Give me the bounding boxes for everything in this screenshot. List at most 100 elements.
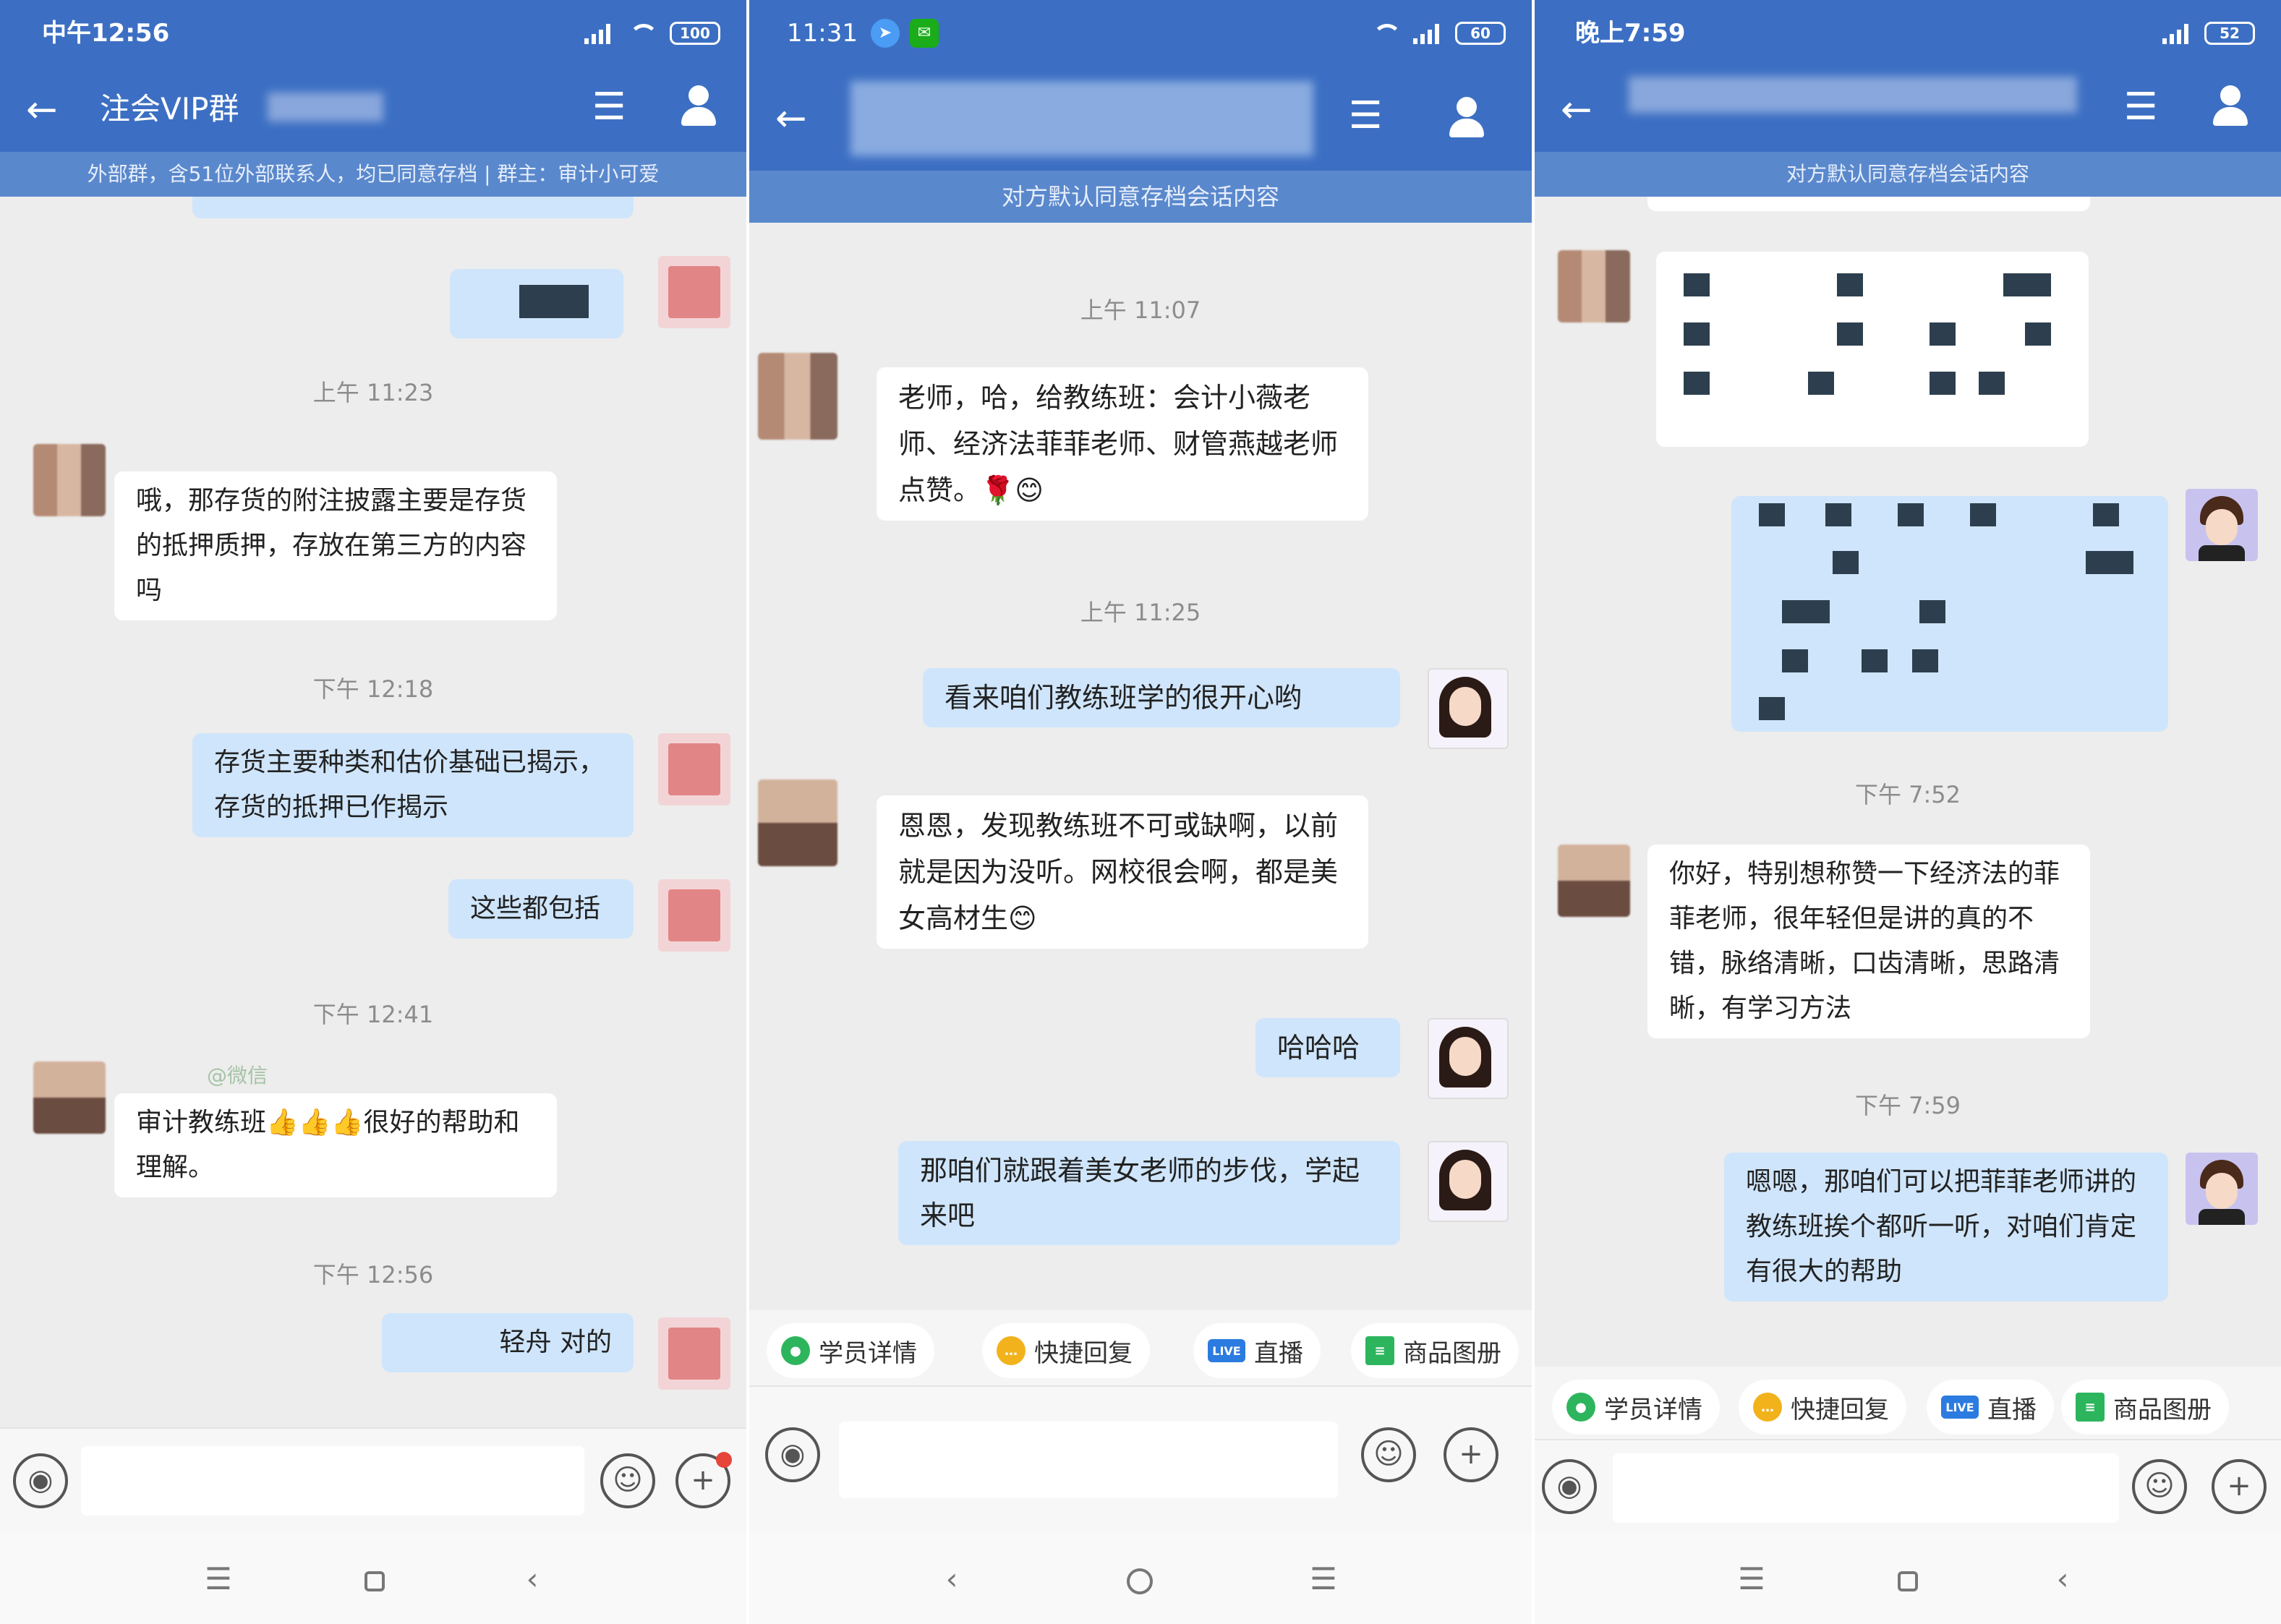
voice-icon[interactable]: ◉ [13,1453,68,1508]
timestamp: 下午 12:56 [0,1257,746,1290]
system-nav-bar: ☰ ‹ [1535,1533,2281,1624]
emoji-icon[interactable]: ☺ [1361,1427,1416,1482]
message-input[interactable] [1613,1453,2119,1523]
chat-panel-private-2: 晚上7:59 52 ← ☰ 对方默认同意存档会话内容 下午 7:52 你好， [1535,0,2281,1624]
redacted-message [1731,496,2168,732]
student-icon: ● [781,1336,810,1365]
status-icons: 100 [584,14,720,52]
chip-student-details[interactable]: ●学员详情 [1552,1380,1720,1435]
archive-notice: 对方默认同意存档会话内容 [749,171,1532,223]
quick-reply-icon: … [997,1336,1026,1365]
timestamp: 下午 12:18 [0,671,746,704]
members-icon[interactable] [675,82,722,129]
nav-back-button[interactable]: ‹ [930,1559,973,1599]
status-time: 中午12:56 [42,14,169,52]
arrow-left-icon[interactable]: ← [775,97,819,140]
avatar [658,256,730,328]
status-icons: 52 [2162,14,2255,52]
avatar [33,1061,106,1134]
student-icon: ● [1566,1393,1595,1422]
system-nav-bar: ☰ ‹ [0,1533,746,1624]
message-list: 上午 11:07 老师，哈，给教练班：会计小薇老师、经济法菲菲老师、财管燕越老师… [749,223,1532,1385]
input-bar: ◉ ☺ + [0,1427,746,1533]
status-time: 晚上7:59 [1575,14,1686,52]
avatar [2186,489,2258,561]
avatar [1558,845,1630,917]
chat-title-bar: ← ☰ [1535,67,2281,152]
nav-menu-button[interactable]: ☰ [1730,1559,1773,1599]
wechat-icon: ✉ [910,19,939,48]
chat-title: 注会VIP群 [100,87,239,132]
menu-icon[interactable]: ☰ [2118,84,2164,130]
timestamp: 下午 7:52 [1535,777,2281,810]
emoji-icon[interactable]: ☺ [600,1453,655,1508]
avatar [758,353,837,440]
avatar [1558,250,1630,322]
chat-title-bar: ← ☰ [749,67,1532,171]
message-bubble: 老师，哈，给教练班：会计小薇老师、经济法菲菲老师、财管燕越老师点赞。🌹😊 [877,367,1368,521]
quick-reply-icon: … [1753,1393,1782,1422]
voice-icon[interactable]: ◉ [765,1427,820,1482]
timestamp: 下午 7:59 [1535,1087,2281,1121]
redacted-message [1656,252,2089,447]
chip-quick-reply[interactable]: …快捷回复 [982,1323,1150,1378]
signal-icon [1413,22,1442,44]
archive-notice: 外部群，含51位外部联系人，均已同意存档 | 群主：审计小可爱 [0,152,746,197]
plus-icon[interactable]: + [1444,1427,1498,1482]
timestamp: 上午 11:07 [749,292,1532,325]
avatar [1428,1141,1509,1222]
avatar [658,733,730,805]
message-bubble: 那咱们就跟着美女老师的步伐，学起来吧 [898,1141,1400,1245]
status-bar: 11:31 ➤ ✉ 60 [749,0,1532,67]
voice-icon[interactable]: ◉ [1542,1459,1597,1514]
system-nav-bar: ‹ ☰ [749,1533,1532,1624]
nav-home-button[interactable] [353,1559,396,1599]
plus-icon[interactable]: + [2212,1459,2267,1514]
chip-product-album[interactable]: ≡商品图册 [1351,1323,1519,1378]
nav-home-button[interactable] [1886,1559,1930,1599]
contact-icon[interactable] [1444,94,1490,140]
message-bubble [192,197,634,218]
redacted-title [268,93,383,121]
input-bar: ◉ ☺ + [1535,1439,2281,1533]
chat-title-bar: ← 注会VIP群 ☰ [0,67,746,152]
plus-icon[interactable]: + [675,1453,730,1508]
avatar [2186,1153,2258,1225]
message-input[interactable] [81,1446,584,1516]
message-bubble: 哈哈哈 [1255,1018,1400,1077]
status-bar: 晚上7:59 52 [1535,0,2281,67]
message-bubble: 看来咱们教练班学的很开心哟 [923,668,1400,727]
quick-action-bar: ●学员详情 …快捷回复 LIVE直播 ≡商品图册 [749,1310,1532,1385]
nav-back-button[interactable]: ‹ [511,1559,554,1599]
menu-icon[interactable]: ☰ [1342,93,1389,139]
arrow-left-icon[interactable]: ← [26,88,69,132]
arrow-left-icon[interactable]: ← [1561,88,1604,132]
message-bubble: 存货主要种类和估价基础已揭示，存货的抵押已作揭示 [192,733,634,837]
emoji-icon[interactable]: ☺ [2132,1459,2187,1514]
message-input[interactable] [839,1422,1338,1498]
avatar [1428,668,1509,749]
message-bubble [1647,197,2090,211]
wifi-icon [626,22,657,44]
sender-name: @微信 [207,1060,268,1089]
nav-home-button[interactable] [1118,1559,1161,1599]
archive-notice: 对方默认同意存档会话内容 [1535,152,2281,197]
chip-student-details[interactable]: ●学员详情 [767,1323,934,1378]
nav-menu-button[interactable]: ☰ [1302,1559,1345,1599]
live-icon: LIVE [1941,1396,1979,1419]
contact-icon[interactable] [2207,82,2254,129]
message-list: 下午 7:52 你好，特别想称赞一下经济法的菲菲老师，很年轻但是讲的真的不错，脉… [1535,197,2281,1436]
chip-product-album[interactable]: ≡商品图册 [2061,1380,2229,1435]
message-bubble: 轻舟 对的 [382,1313,634,1372]
chip-live[interactable]: LIVE直播 [1927,1380,2054,1435]
menu-icon[interactable]: ☰ [586,84,632,130]
nav-menu-button[interactable]: ☰ [197,1559,240,1599]
chip-live[interactable]: LIVE直播 [1193,1323,1321,1378]
message-bubble: 这些都包括 [448,879,634,939]
quick-action-bar: ●学员详情 …快捷回复 LIVE直播 ≡商品图册 [1535,1367,2281,1439]
status-time: 11:31 [787,14,858,52]
nav-back-button[interactable]: ‹ [2041,1559,2084,1599]
redacted-title [1629,77,2077,113]
chat-panel-private: 11:31 ➤ ✉ 60 ← ☰ 对方默认同意存档会话内容 上午 11:07 老… [749,0,1532,1624]
chip-quick-reply[interactable]: …快捷回复 [1739,1380,1906,1435]
